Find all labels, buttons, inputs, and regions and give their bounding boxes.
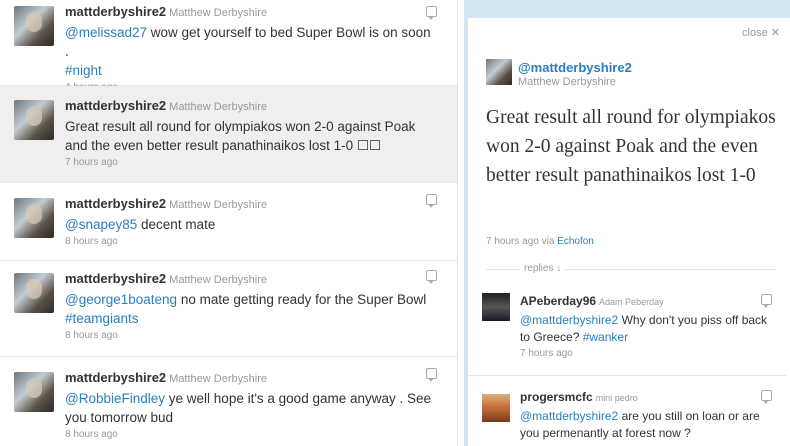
hashtag-link[interactable]: #night bbox=[65, 63, 102, 78]
replies-toggle[interactable]: replies ↓ bbox=[486, 263, 776, 274]
tweet-body: mattderbyshire2 Matthew Derbyshire @georg… bbox=[65, 270, 437, 341]
tweet-item[interactable]: mattderbyshire2 Matthew Derbyshire @melis… bbox=[0, 0, 457, 93]
tweet-fullname: Matthew Derbyshire bbox=[169, 101, 267, 113]
mention-link[interactable]: @snapey85 bbox=[65, 217, 137, 232]
tweet-text: @melissad27 wow get yourself to bed Supe… bbox=[65, 23, 437, 80]
avatar[interactable] bbox=[14, 372, 54, 412]
tweet-time[interactable]: 8 hours ago bbox=[65, 236, 437, 247]
tweet-body: mattderbyshire2 Matthew Derbyshire Great … bbox=[65, 97, 437, 168]
reply-icon[interactable] bbox=[761, 390, 772, 404]
hashtag-link[interactable]: #wanker bbox=[583, 330, 628, 344]
tweet-detail-card: close ✕ @mattderbyshire2 Matthew Derbysh… bbox=[468, 18, 790, 446]
avatar[interactable] bbox=[14, 198, 54, 238]
tweet-username[interactable]: mattderbyshire2 bbox=[65, 271, 166, 286]
tweet-text: @snapey85 decent mate bbox=[65, 215, 437, 234]
tweet-fullname: Matthew Derbyshire bbox=[169, 274, 267, 286]
detail-time[interactable]: 7 hours ago via bbox=[486, 236, 554, 247]
tweet-detail-pane: close ✕ @mattderbyshire2 Matthew Derbysh… bbox=[464, 0, 790, 446]
replies-label: replies ↓ bbox=[520, 263, 566, 274]
close-button[interactable]: close ✕ bbox=[742, 26, 780, 39]
reply-icon[interactable] bbox=[426, 194, 437, 208]
tweet-item[interactable]: mattderbyshire2 Matthew Derbyshire @snape… bbox=[0, 183, 457, 261]
tweet-username[interactable]: mattderbyshire2 bbox=[65, 196, 166, 211]
reply-icon[interactable] bbox=[426, 368, 437, 382]
tweet-body: mattderbyshire2 Matthew Derbyshire @snape… bbox=[65, 195, 437, 247]
tweet-fullname: Matthew Derbyshire bbox=[169, 199, 267, 211]
timeline: mattderbyshire2 Matthew Derbyshire @melis… bbox=[0, 0, 458, 446]
mention-link[interactable]: @mattderbyshire2 bbox=[520, 313, 618, 327]
reply-icon[interactable] bbox=[426, 6, 437, 20]
avatar[interactable] bbox=[482, 394, 510, 422]
tweet-item-selected[interactable]: mattderbyshire2 Matthew Derbyshire Great … bbox=[0, 86, 457, 183]
avatar[interactable] bbox=[482, 293, 510, 321]
reply-text: @mattderbyshire2 Why don't you piss off … bbox=[520, 312, 770, 346]
mention-link[interactable]: @mattderbyshire2 bbox=[520, 409, 618, 423]
tweet-body: mattderbyshire2 Matthew Derbyshire @melis… bbox=[65, 3, 437, 93]
reply-body: APeberday96 Adam Peberday @mattderbyshire… bbox=[520, 292, 770, 359]
reply-fullname: mini pedro bbox=[595, 393, 638, 403]
reply-icon[interactable] bbox=[426, 270, 437, 284]
avatar[interactable] bbox=[14, 100, 54, 140]
reply-icon[interactable] bbox=[761, 294, 772, 308]
reply-fullname: Adam Peberday bbox=[599, 297, 664, 307]
reply-text: @mattderbyshire2 are you still on loan o… bbox=[520, 408, 770, 442]
detail-tweet-text: Great result all round for olympiakos wo… bbox=[486, 107, 776, 186]
mention-link[interactable]: @george1boateng bbox=[65, 292, 177, 307]
tweet-time[interactable]: 7 hours ago bbox=[65, 157, 437, 168]
mention-link[interactable]: @RobbieFindley bbox=[65, 391, 165, 406]
tweet-username[interactable]: mattderbyshire2 bbox=[65, 370, 166, 385]
tweet-text-content: decent mate bbox=[141, 217, 216, 232]
avatar[interactable] bbox=[14, 6, 54, 46]
tweet-item[interactable]: mattderbyshire2 Matthew Derbyshire @Robbi… bbox=[0, 357, 457, 446]
avatar[interactable] bbox=[14, 273, 54, 313]
tweet-username[interactable]: mattderbyshire2 bbox=[65, 98, 166, 113]
reply-item[interactable]: progersmcfc mini pedro @mattderbyshire2 a… bbox=[468, 376, 786, 446]
reply-username[interactable]: APeberday96 bbox=[520, 294, 596, 308]
client-link[interactable]: Echofon bbox=[557, 236, 594, 247]
tweet-fullname: Matthew Derbyshire bbox=[169, 373, 267, 385]
reply-time[interactable]: 7 hours ago bbox=[520, 348, 770, 359]
tweet-text: @RobbieFindley ye well hope it's a good … bbox=[65, 389, 437, 427]
tweet-text: @george1boateng no mate getting ready fo… bbox=[65, 290, 437, 328]
tweet-username[interactable]: mattderbyshire2 bbox=[65, 4, 166, 19]
tweet-fullname: Matthew Derbyshire bbox=[169, 7, 267, 19]
reply-item[interactable]: APeberday96 Adam Peberday @mattderbyshire… bbox=[468, 290, 786, 376]
tweet-text: Great result all round for olympiakos wo… bbox=[65, 119, 416, 153]
detail-fullname: Matthew Derbyshire bbox=[518, 76, 616, 88]
tweet-time[interactable]: 8 hours ago bbox=[65, 330, 437, 341]
hashtag-link[interactable]: #teamgiants bbox=[65, 311, 139, 326]
mention-link[interactable]: @melissad27 bbox=[65, 25, 147, 40]
detail-meta: 7 hours ago via Echofon bbox=[486, 236, 594, 247]
detail-username[interactable]: @mattderbyshire2 bbox=[518, 60, 632, 75]
tweet-body: mattderbyshire2 Matthew Derbyshire @Robbi… bbox=[65, 369, 437, 440]
tweet-item[interactable]: mattderbyshire2 Matthew Derbyshire @georg… bbox=[0, 261, 457, 357]
tweet-time[interactable]: 8 hours ago bbox=[65, 429, 437, 440]
avatar[interactable] bbox=[486, 59, 512, 85]
reply-username[interactable]: progersmcfc bbox=[520, 390, 593, 404]
reply-body: progersmcfc mini pedro @mattderbyshire2 a… bbox=[520, 388, 770, 442]
tweet-text-content: no mate getting ready for the Super Bowl bbox=[180, 292, 427, 307]
